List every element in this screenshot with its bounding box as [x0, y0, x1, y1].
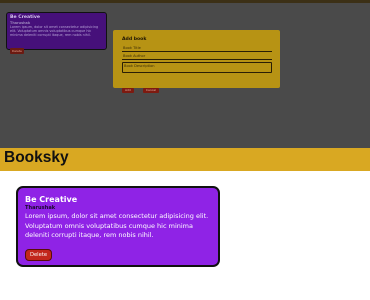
- app-header: Booksky: [0, 148, 370, 171]
- book-description: Lorem ipsum, dolor sit amet consectetur …: [25, 212, 209, 239]
- modal-title: Add book: [122, 37, 147, 42]
- delete-button[interactable]: Delete: [25, 248, 53, 261]
- add-button[interactable]: Add: [122, 87, 134, 93]
- backdrop-book-description: Lorem ipsum, dolor sit amet consectetur …: [10, 25, 99, 37]
- modal-backdrop[interactable]: Be Creative Tharushak Lorem ipsum, dolor…: [0, 3, 370, 148]
- backdrop-delete-button: Delete: [10, 48, 24, 54]
- add-book-modal: Add book Book Title Book Author Book Des…: [113, 30, 280, 93]
- book-author-input[interactable]: Book Author: [122, 53, 272, 60]
- book-title: Be Creative: [25, 195, 78, 204]
- book-author: Tharushak: [25, 205, 56, 211]
- book-card: Be Creative Tharushak Lorem ipsum, dolor…: [16, 186, 220, 267]
- modal-actions: Add Cancel: [122, 76, 272, 95]
- book-title-input[interactable]: Book Title: [122, 45, 272, 52]
- cancel-button[interactable]: Cancel: [142, 87, 160, 93]
- backdrop-book-card: Be Creative Tharushak Lorem ipsum, dolor…: [6, 12, 107, 54]
- book-description-textarea[interactable]: Book Description: [122, 62, 272, 73]
- app-title: Booksky: [4, 149, 69, 166]
